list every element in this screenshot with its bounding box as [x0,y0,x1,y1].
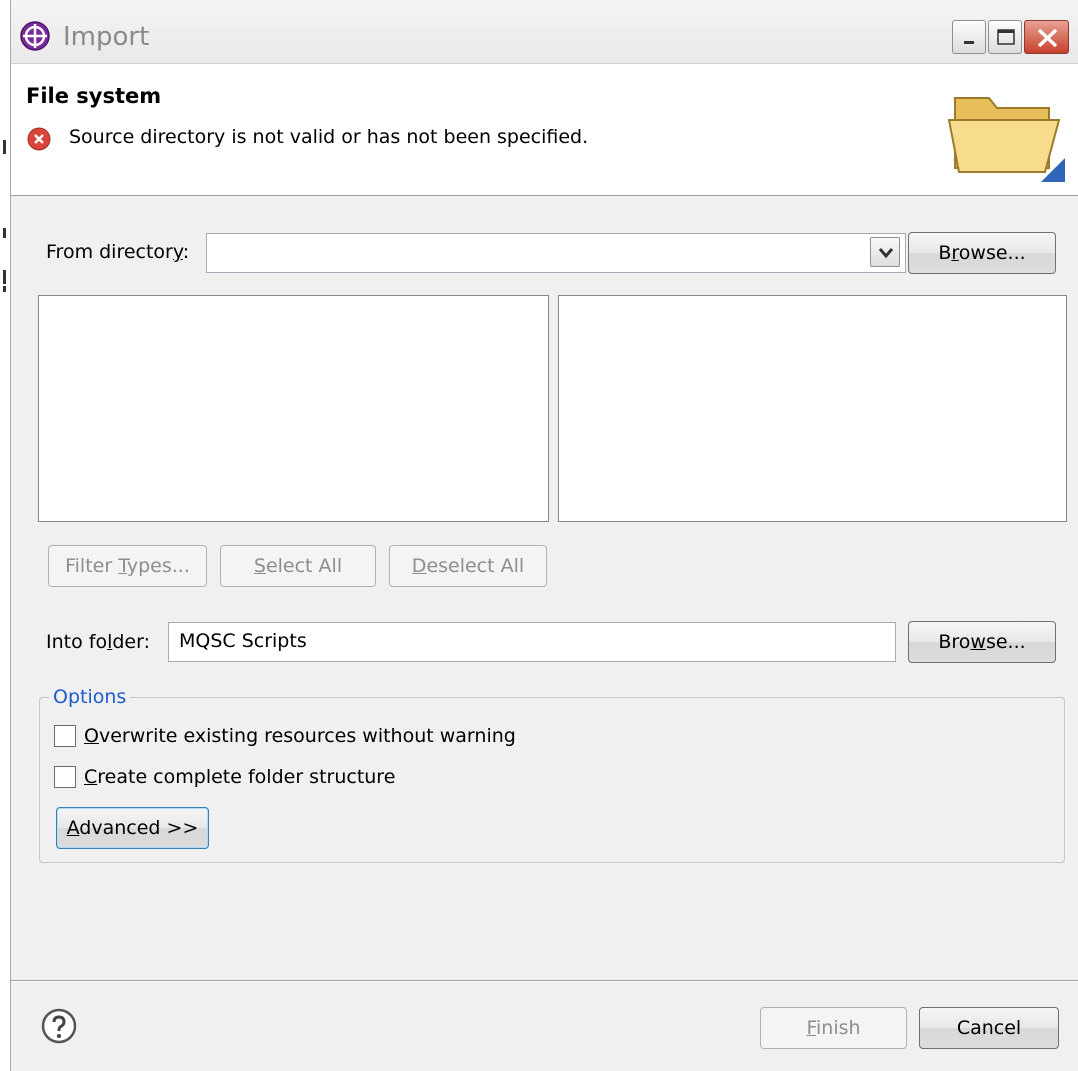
footer-separator [11,980,1078,982]
dropdown-arrow-icon[interactable] [870,237,900,267]
from-directory-label: From directory: [46,241,190,263]
from-directory-browse-button[interactable]: Browse... [908,232,1056,274]
help-icon[interactable] [41,1008,77,1044]
folder-icon [947,97,1065,182]
create-structure-checkbox[interactable] [54,766,76,788]
deselect-all-button[interactable]: Deselect All [389,545,547,587]
advanced-button[interactable]: Advanced >> [56,807,209,849]
window-title: Import [63,22,150,52]
into-folder-label: Into folder: [46,631,150,653]
import-wizard-icon [20,21,50,51]
overwrite-label[interactable]: Overwrite existing resources without war… [84,725,516,747]
page-title: File system [26,84,162,108]
filter-types-button[interactable]: Filter Types... [48,545,207,587]
create-structure-label[interactable]: Create complete folder structure [84,766,395,788]
from-directory-combo[interactable] [206,233,906,273]
folder-tree[interactable] [38,295,549,522]
close-button[interactable] [1024,20,1069,54]
minimize-button[interactable] [952,20,986,54]
background-window-edge [0,0,10,1071]
finish-button[interactable]: Finish [760,1007,907,1049]
file-list[interactable] [558,295,1067,522]
error-message: Source directory is not valid or has not… [69,126,589,148]
import-dialog: Import File system Source directory is n… [10,0,1078,1071]
title-bar[interactable]: Import [11,0,1078,64]
overwrite-checkbox[interactable] [54,725,76,747]
maximize-button[interactable] [988,20,1022,54]
select-all-button[interactable]: Select All [220,545,376,587]
wizard-header: File system Source directory is not vali… [11,64,1078,196]
into-folder-input[interactable]: MQSC Scripts [168,622,896,662]
into-folder-browse-button[interactable]: Browse... [908,621,1056,663]
cancel-button[interactable]: Cancel [919,1007,1059,1049]
error-icon [27,127,51,151]
options-legend: Options [49,686,131,708]
